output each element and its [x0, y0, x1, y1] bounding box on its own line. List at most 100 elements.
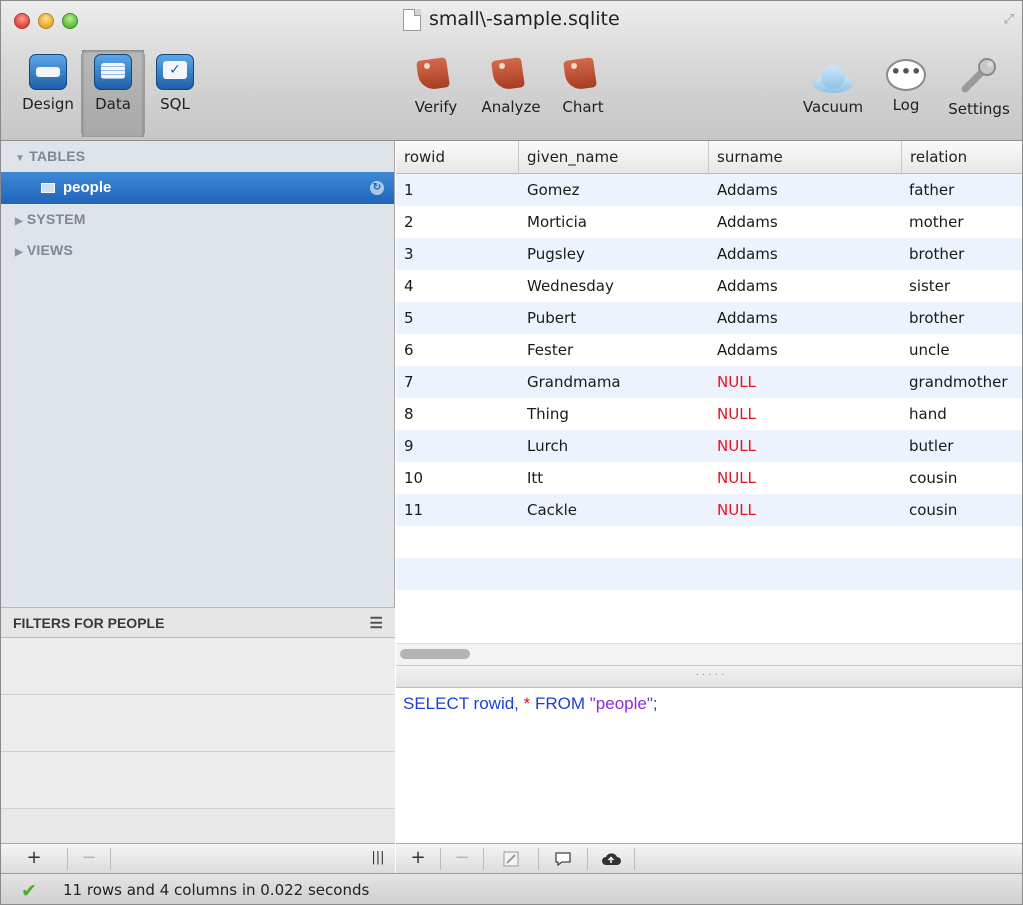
- views-group-header[interactable]: ▶ VIEWS: [1, 235, 394, 266]
- cell-rowid[interactable]: 2: [404, 206, 414, 238]
- cell-surname[interactable]: NULL: [717, 494, 756, 526]
- table-body: 1 Gomez Addams father 2 Morticia Addams mother 3…: [396, 174, 1022, 622]
- cell-relation[interactable]: mother: [909, 206, 964, 238]
- cell-given-name[interactable]: Pubert: [527, 302, 576, 334]
- analyze-button[interactable]: Analyze: [473, 53, 549, 116]
- mode-sql-button[interactable]: ✓ SQL: [145, 50, 205, 137]
- cell-surname[interactable]: NULL: [717, 430, 756, 462]
- cell-relation[interactable]: uncle: [909, 334, 950, 366]
- cell-surname[interactable]: Addams: [717, 238, 778, 270]
- cell-surname[interactable]: Addams: [717, 334, 778, 366]
- cell-rowid[interactable]: 9: [404, 430, 414, 462]
- vacuum-cloud-icon: [809, 63, 857, 93]
- cell-relation[interactable]: butler: [909, 430, 953, 462]
- close-window-button[interactable]: [14, 13, 30, 29]
- cell-surname[interactable]: Addams: [717, 302, 778, 334]
- filters-menu-icon[interactable]: ☰: [370, 608, 383, 639]
- mode-design-label: Design: [22, 95, 74, 113]
- cell-given-name[interactable]: Wednesday: [527, 270, 614, 302]
- table-row[interactable]: 8 Thing NULL hand: [396, 398, 1022, 430]
- cell-surname[interactable]: NULL: [717, 462, 756, 494]
- table-row[interactable]: [396, 590, 1022, 622]
- table-row[interactable]: 5 Pubert Addams brother: [396, 302, 1022, 334]
- table-row[interactable]: 6 Fester Addams uncle: [396, 334, 1022, 366]
- add-row-button[interactable]: +: [396, 844, 440, 874]
- horizontal-scrollbar[interactable]: [396, 643, 1022, 665]
- table-row[interactable]: 4 Wednesday Addams sister: [396, 270, 1022, 302]
- fullscreen-icon[interactable]: ⤢: [1004, 12, 1014, 27]
- column-header-given-name[interactable]: given_name: [519, 141, 709, 174]
- log-button[interactable]: ••• Log: [883, 53, 929, 114]
- filter-row[interactable]: [1, 638, 395, 695]
- cell-relation[interactable]: cousin: [909, 494, 957, 526]
- split-view-divider[interactable]: · · · · ·: [396, 665, 1022, 688]
- add-filter-button[interactable]: +: [1, 844, 67, 874]
- cell-given-name[interactable]: Grandmama: [527, 366, 621, 398]
- cell-given-name[interactable]: Gomez: [527, 174, 580, 206]
- cell-relation[interactable]: father: [909, 174, 954, 206]
- cell-relation[interactable]: sister: [909, 270, 950, 302]
- cell-surname[interactable]: NULL: [717, 398, 756, 430]
- cell-rowid[interactable]: 8: [404, 398, 414, 430]
- tables-group-header[interactable]: ▼ TABLES: [1, 141, 394, 172]
- columns-icon[interactable]: |||: [361, 844, 395, 874]
- cell-surname[interactable]: Addams: [717, 206, 778, 238]
- cell-given-name[interactable]: Itt: [527, 462, 543, 494]
- sidebar-item-label: people: [63, 179, 112, 196]
- table-row[interactable]: [396, 558, 1022, 590]
- cell-surname[interactable]: Addams: [717, 174, 778, 206]
- cell-rowid[interactable]: 10: [404, 462, 423, 494]
- filter-row[interactable]: [1, 752, 395, 809]
- cell-rowid[interactable]: 5: [404, 302, 414, 334]
- system-group-header[interactable]: ▶ SYSTEM: [1, 204, 394, 235]
- table-row[interactable]: 7 Grandmama NULL grandmother: [396, 366, 1022, 398]
- column-header-relation[interactable]: relation: [902, 141, 1022, 174]
- minimize-window-button[interactable]: [38, 13, 54, 29]
- sidebar-item-people[interactable]: people ↻: [1, 172, 394, 204]
- table-row[interactable]: 9 Lurch NULL butler: [396, 430, 1022, 462]
- cell-given-name[interactable]: Morticia: [527, 206, 587, 238]
- column-header-rowid[interactable]: rowid: [396, 141, 519, 174]
- cell-rowid[interactable]: 11: [404, 494, 423, 526]
- table-row[interactable]: 1 Gomez Addams father: [396, 174, 1022, 206]
- remove-row-button[interactable]: −: [441, 844, 483, 874]
- settings-button[interactable]: Settings: [939, 53, 1019, 118]
- zoom-window-button[interactable]: [62, 13, 78, 29]
- cell-given-name[interactable]: Pugsley: [527, 238, 585, 270]
- cell-rowid[interactable]: 4: [404, 270, 414, 302]
- cell-surname[interactable]: NULL: [717, 366, 756, 398]
- table-row[interactable]: 10 Itt NULL cousin: [396, 462, 1022, 494]
- table-row[interactable]: 11 Cackle NULL cousin: [396, 494, 1022, 526]
- cloud-upload-button[interactable]: [588, 844, 634, 874]
- cell-surname[interactable]: Addams: [717, 270, 778, 302]
- table-row[interactable]: 2 Morticia Addams mother: [396, 206, 1022, 238]
- cell-given-name[interactable]: Thing: [527, 398, 569, 430]
- cell-rowid[interactable]: 1: [404, 174, 414, 206]
- cell-rowid[interactable]: 6: [404, 334, 414, 366]
- filter-row[interactable]: [1, 695, 395, 752]
- cell-given-name[interactable]: Lurch: [527, 430, 568, 462]
- sql-editor[interactable]: SELECT rowid, * FROM "people";: [396, 688, 1022, 843]
- vacuum-button[interactable]: Vacuum: [791, 53, 875, 116]
- cell-relation[interactable]: brother: [909, 238, 964, 270]
- verify-button[interactable]: Verify: [405, 53, 467, 116]
- cell-rowid[interactable]: 3: [404, 238, 414, 270]
- remove-filter-button[interactable]: −: [68, 844, 110, 874]
- cell-given-name[interactable]: Fester: [527, 334, 573, 366]
- comment-button[interactable]: [539, 844, 587, 874]
- cell-relation[interactable]: cousin: [909, 462, 957, 494]
- edit-row-button[interactable]: [484, 844, 538, 874]
- cell-relation[interactable]: grandmother: [909, 366, 1007, 398]
- cell-given-name[interactable]: Cackle: [527, 494, 577, 526]
- chart-button[interactable]: Chart: [555, 53, 611, 116]
- table-row[interactable]: 3 Pugsley Addams brother: [396, 238, 1022, 270]
- mode-data-button[interactable]: Data: [82, 50, 144, 137]
- cell-rowid[interactable]: 7: [404, 366, 414, 398]
- table-row[interactable]: [396, 526, 1022, 558]
- mode-design-button[interactable]: Design: [15, 50, 81, 137]
- scrollbar-thumb[interactable]: [400, 649, 470, 659]
- cell-relation[interactable]: hand: [909, 398, 947, 430]
- refresh-icon[interactable]: ↻: [370, 181, 384, 195]
- cell-relation[interactable]: brother: [909, 302, 964, 334]
- column-header-surname[interactable]: surname: [709, 141, 902, 174]
